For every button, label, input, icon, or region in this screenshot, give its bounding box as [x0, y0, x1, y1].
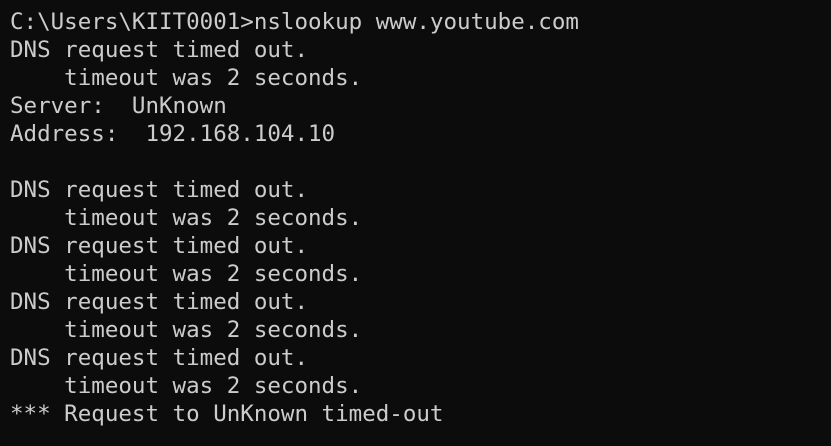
error-line: *** Request to UnKnown timed-out	[10, 401, 444, 427]
output-line: timeout was 2 seconds.	[10, 65, 363, 91]
output-line: DNS request timed out.	[10, 177, 309, 203]
output-line: DNS request timed out.	[10, 233, 309, 259]
output-line: timeout was 2 seconds.	[10, 205, 363, 231]
output-line: DNS request timed out.	[10, 345, 309, 371]
output-line: timeout was 2 seconds.	[10, 373, 363, 399]
terminal-window[interactable]: C:\Users\KIIT0001>nslookup www.youtube.c…	[0, 0, 831, 446]
server-line: Server: UnKnown	[10, 93, 227, 119]
output-line: DNS request timed out.	[10, 37, 309, 63]
command-prompt-line: C:\Users\KIIT0001>nslookup www.youtube.c…	[10, 9, 579, 35]
output-line: timeout was 2 seconds.	[10, 261, 363, 287]
output-line: DNS request timed out.	[10, 289, 309, 315]
output-line: timeout was 2 seconds.	[10, 317, 363, 343]
address-line: Address: 192.168.104.10	[10, 121, 336, 147]
